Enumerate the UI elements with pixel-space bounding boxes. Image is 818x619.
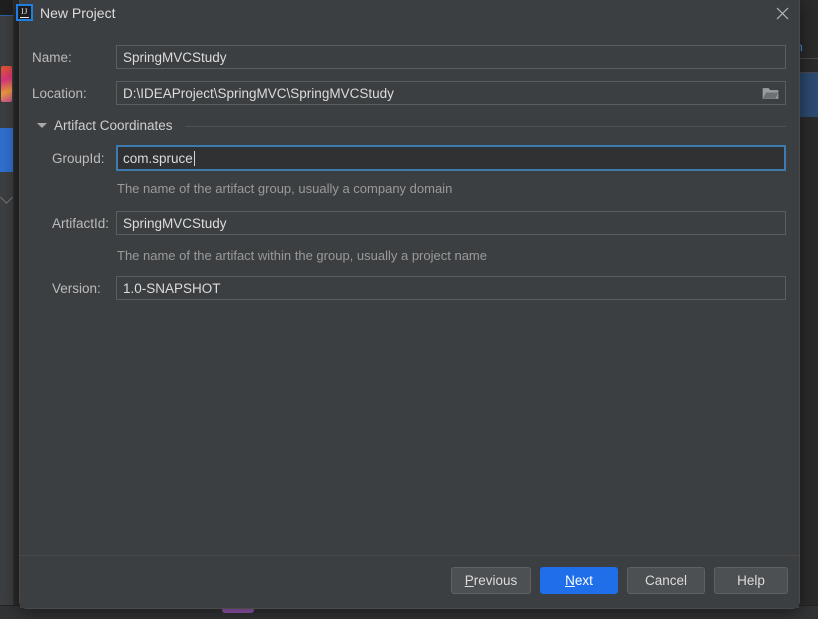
cancel-button[interactable]: Cancel — [627, 567, 705, 594]
previous-label: revious — [473, 573, 518, 588]
help-button[interactable]: Help — [714, 567, 788, 594]
screen: n IJ New Project Name: SpringMVCStudy — [0, 0, 818, 619]
artifactid-hint: The name of the artifact within the grou… — [117, 248, 487, 263]
groupid-hint: The name of the artifact group, usually … — [117, 181, 453, 196]
new-project-dialog: IJ New Project Name: SpringMVCStudy Loca… — [16, 0, 802, 609]
artifact-coordinates-section-toggle[interactable]: Artifact Coordinates — [37, 118, 173, 133]
artifactid-label: ArtifactId: — [52, 216, 110, 231]
version-label: Version: — [52, 281, 101, 296]
previous-button[interactable]: Previous — [451, 567, 531, 594]
previous-mnemonic: P — [464, 573, 474, 588]
name-input[interactable]: SpringMVCStudy — [116, 45, 786, 69]
close-icon[interactable] — [762, 0, 802, 28]
text-caret — [193, 150, 195, 166]
dialog-body: Name: SpringMVCStudy Location: D:\IDEAPr… — [20, 28, 799, 556]
dialog-titlebar: IJ New Project — [16, 0, 802, 28]
chevron-left-icon — [0, 191, 13, 204]
ide-window-icon — [0, 0, 13, 16]
ide-selected-tool-tab[interactable] — [0, 128, 13, 172]
artifact-coordinates-title: Artifact Coordinates — [54, 118, 173, 133]
artifactid-input[interactable]: SpringMVCStudy — [116, 211, 786, 235]
next-mnemonic: N — [565, 573, 575, 588]
version-input[interactable]: 1.0-SNAPSHOT — [116, 276, 786, 300]
groupid-label: GroupId: — [52, 151, 105, 166]
triangle-down-icon — [37, 123, 47, 128]
location-label: Location: — [32, 86, 87, 101]
next-button[interactable]: Next — [540, 567, 618, 594]
section-divider — [185, 126, 786, 127]
intellij-idea-logo-icon: IJ — [16, 4, 33, 21]
dialog-title: New Project — [40, 5, 116, 21]
next-label: ext — [574, 573, 593, 588]
decorative-color-icon — [1, 66, 12, 102]
folder-icon[interactable] — [756, 82, 784, 104]
groupid-input[interactable]: com.spruce — [116, 145, 786, 171]
location-input[interactable]: D:\IDEAProject\SpringMVC\SpringMVCStudy — [116, 81, 786, 105]
name-label: Name: — [32, 50, 72, 65]
dialog-footer: Previous Next Cancel Help — [20, 555, 799, 608]
groupid-value: com.spruce — [123, 150, 193, 166]
ide-left-toolbar — [0, 0, 14, 619]
